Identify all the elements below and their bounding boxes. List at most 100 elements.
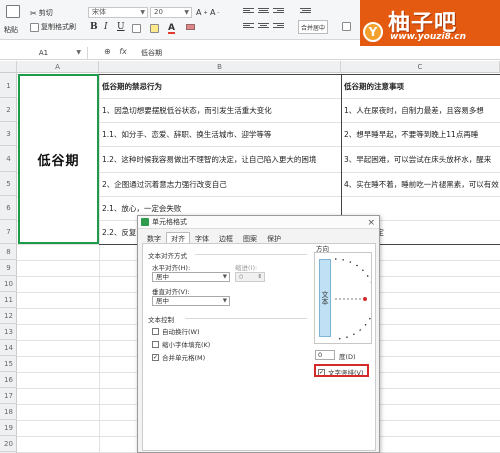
row-header[interactable]: 1 [0, 74, 17, 98]
row-header[interactable]: 3 [0, 122, 17, 146]
chevron-down-icon: ▼ [222, 274, 227, 280]
logo-badge-icon: Y [363, 22, 383, 42]
row-header[interactable]: 20 [0, 436, 17, 452]
cell-c1[interactable]: 低谷期的注意事项 [341, 74, 500, 98]
row-header[interactable]: 6 [0, 196, 17, 220]
indent-icon[interactable] [300, 8, 311, 17]
copy-icon [30, 22, 39, 32]
indent-stepper[interactable]: 0 ⇕ [235, 272, 265, 282]
row-header[interactable]: 13 [0, 324, 17, 340]
app-icon [141, 218, 149, 226]
row-header[interactable]: 7 [0, 220, 17, 244]
row-header[interactable]: 19 [0, 420, 17, 436]
checkmark-icon: ✓ [152, 353, 159, 361]
cell-b4[interactable]: 1.2、这种时候我容易做出不理智的决定，让自己陷入更大的困境 [99, 146, 341, 172]
cell-b1[interactable]: 低谷期的禁忌行为 [99, 74, 341, 98]
column-header-a[interactable]: A [17, 61, 99, 73]
section-divider [195, 254, 307, 255]
orientation-control[interactable]: 文本 [314, 252, 372, 344]
column-header-b[interactable]: B [99, 61, 341, 73]
select-all-corner[interactable] [0, 61, 17, 73]
cut-button[interactable]: ✂ 剪切 [30, 8, 53, 18]
font-name-select[interactable]: 宋体 ▼ [88, 7, 148, 18]
cell-c5[interactable]: 4、实在睡不着，睡前吃一片褪黑素，可以有效 [341, 172, 500, 196]
align-middle-icon[interactable] [258, 8, 269, 17]
close-icon[interactable]: × [367, 217, 375, 230]
checkbox-icon [152, 327, 159, 335]
font-grow-button[interactable]: A + [196, 8, 208, 17]
wrap-text-button[interactable] [342, 22, 351, 31]
merge-cells-checkbox[interactable]: ✓ 合并单元格(M) [152, 352, 205, 362]
cell-c3[interactable]: 2、想早睡早起，不要等到晚上11点再睡 [341, 122, 500, 146]
row-header[interactable]: 18 [0, 404, 17, 420]
merge-center-button[interactable]: 合并居中 [298, 20, 329, 34]
font-color-button[interactable]: A [168, 24, 175, 34]
row-header[interactable]: 10 [0, 276, 17, 292]
cell-c4[interactable]: 3、早起困难，可以尝试在床头放杯水，醒来 [341, 146, 500, 172]
copy-button[interactable]: 复制 [30, 22, 55, 32]
row-header[interactable]: 16 [0, 372, 17, 388]
wrap-text-checkbox[interactable]: 自动换行(W) [152, 326, 200, 336]
logo-url: www.youzi8.cn [390, 32, 466, 42]
h-align-select[interactable]: 居中 ▼ [152, 272, 230, 282]
checkbox-icon [152, 340, 159, 348]
row-header[interactable]: 9 [0, 260, 17, 276]
zoom-icon[interactable]: ⊕ [104, 47, 111, 56]
site-logo: Y 柚子吧 www.youzi8.cn [360, 0, 500, 46]
align-left-icon[interactable] [243, 23, 254, 32]
cell-b3[interactable]: 1.1、如分手、恋爱、辞职、换生活城市、迎学等等 [99, 122, 341, 146]
align-right-icon[interactable] [273, 23, 284, 32]
row-header[interactable]: 4 [0, 146, 17, 172]
underline-button[interactable]: U [117, 22, 125, 32]
stepper-icon: ⇕ [257, 274, 262, 280]
paste-button[interactable] [6, 5, 20, 18]
column-header-c[interactable]: C [341, 61, 500, 73]
clipboard-icon [6, 5, 20, 18]
row-header[interactable]: 11 [0, 292, 17, 308]
h-align-label: 水平对齐(H): [152, 264, 191, 272]
align-center-icon[interactable] [258, 23, 269, 32]
row-header[interactable]: 8 [0, 244, 17, 260]
row-header[interactable]: 2 [0, 98, 17, 122]
fill-bucket-icon [150, 24, 159, 33]
orientation-dial-icon[interactable] [333, 257, 371, 341]
font-shrink-button[interactable]: A- [210, 8, 219, 17]
v-align-select[interactable]: 居中 ▼ [152, 296, 230, 306]
formula-bar: A1 ▼ ⊕ fx 低谷期 [0, 46, 500, 60]
merged-cell-a1[interactable]: 低谷期 [18, 74, 99, 244]
fill-color-button[interactable] [150, 24, 159, 33]
clear-format-button[interactable] [186, 24, 195, 30]
shrink-to-fit-checkbox[interactable]: 缩小字体填充(K) [152, 339, 210, 349]
row-header[interactable]: 17 [0, 388, 17, 404]
cell-c2[interactable]: 1、人在尿夜时，自制力最差，且容易多想 [341, 98, 500, 122]
row-header[interactable]: 5 [0, 172, 17, 196]
vertical-text-preview[interactable]: 文本 [319, 259, 331, 337]
row-header[interactable]: 14 [0, 340, 17, 356]
alignment-panel: 文本对齐方式 水平对齐(H): 居中 ▼ 缩进(I): 0 ⇕ 垂直对齐(V):… [142, 243, 376, 451]
row-header[interactable]: 15 [0, 356, 17, 372]
bold-button[interactable]: B [90, 22, 98, 32]
indent-label: 缩进(I): [235, 264, 258, 272]
wrap-icon [342, 22, 351, 31]
format-painter-button[interactable]: 格式刷 [55, 22, 76, 32]
paste-label: 粘贴 [4, 26, 18, 34]
font-size-select[interactable]: 20 ▼ [150, 7, 192, 18]
cell-b5[interactable]: 2、企图通过沉着意志力强行改变自己 [99, 172, 341, 196]
name-box[interactable]: A1 ▼ [0, 47, 88, 59]
fx-icon[interactable]: fx [119, 47, 127, 56]
italic-button[interactable]: I [104, 22, 108, 32]
section-control-label: 文本控制 [148, 316, 174, 324]
font-color-icon: A [168, 23, 175, 34]
column-header-bar: A B C [0, 61, 500, 73]
cell-b2[interactable]: 1、因急切想要摆脱低谷状态，而引发生活重大变化 [99, 98, 341, 122]
chevron-down-icon: ▼ [140, 9, 145, 16]
formula-input[interactable]: 低谷期 [141, 47, 162, 59]
degree-input[interactable]: 0 [315, 350, 335, 360]
border-button[interactable] [132, 24, 141, 33]
dialog-title-bar[interactable]: 单元格格式 × [138, 216, 379, 229]
section-divider [185, 318, 307, 319]
eraser-icon [186, 24, 195, 30]
row-header[interactable]: 12 [0, 308, 17, 324]
align-top-icon[interactable] [243, 8, 254, 17]
align-bottom-icon[interactable] [273, 8, 284, 17]
